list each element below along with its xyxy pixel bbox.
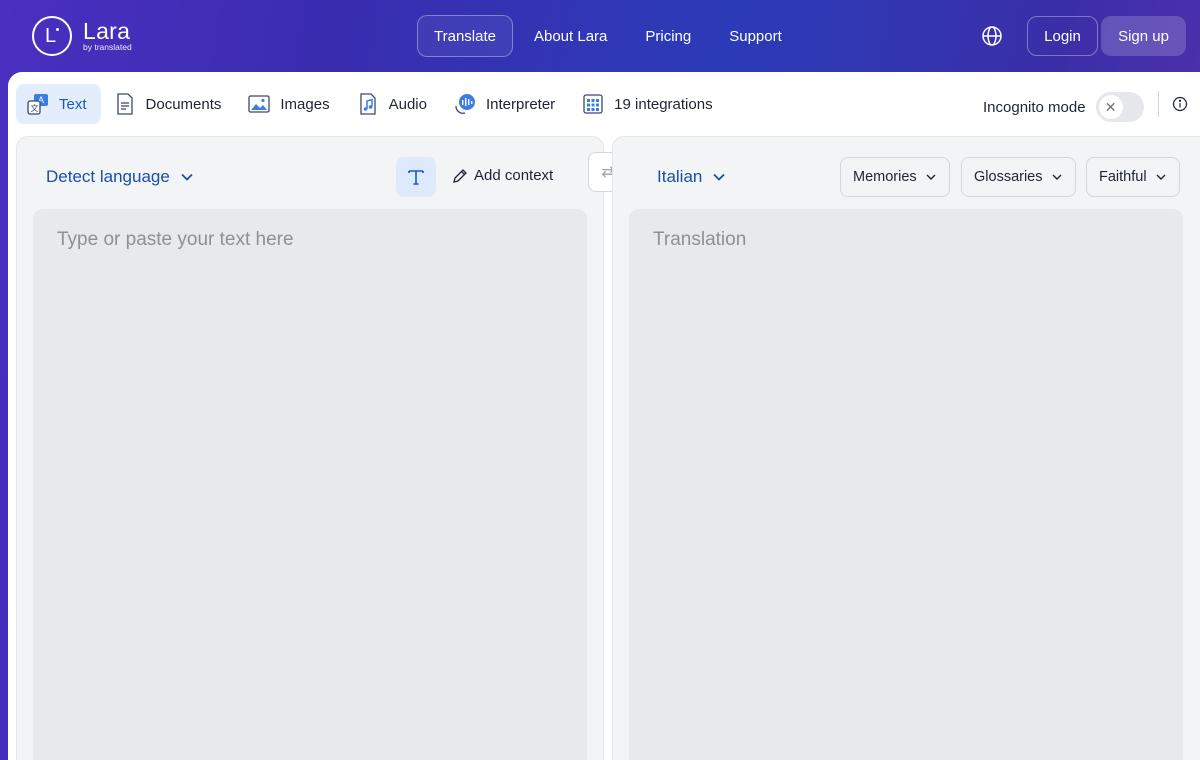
nav-pricing[interactable]: Pricing — [628, 15, 708, 57]
target-language-select[interactable]: Italian — [657, 167, 726, 187]
source-panel: Detect language Add context Type or past… — [16, 136, 604, 760]
glossaries-dropdown[interactable]: Glossaries — [961, 157, 1076, 197]
chevron-down-icon — [713, 173, 726, 181]
incognito-label: Incognito mode — [983, 98, 1086, 116]
tab-label: Interpreter — [485, 95, 556, 113]
brand-name: Lara — [83, 17, 131, 44]
tab-label: Audio — [388, 95, 427, 113]
logo-letter: L — [45, 25, 57, 47]
close-icon: ✕ — [1098, 95, 1123, 119]
text-format-icon — [408, 170, 424, 185]
translator-card: A 文 Text Documents Images Audio Interpre… — [8, 72, 1200, 760]
mode-tabs: A 文 Text Documents Images Audio Interpre… — [16, 84, 727, 124]
target-language-label: Italian — [657, 167, 703, 186]
chevron-down-icon — [181, 173, 193, 181]
svg-text:文: 文 — [31, 103, 39, 113]
source-text-input[interactable]: Type or paste your text here — [33, 209, 587, 760]
translation-placeholder: Translation — [653, 229, 747, 250]
source-placeholder: Type or paste your text here — [57, 229, 294, 250]
globe-icon[interactable] — [980, 24, 1004, 48]
nav-translate[interactable]: Translate — [417, 15, 513, 57]
main-nav: Translate About Lara Pricing Support — [417, 15, 799, 57]
tab-audio[interactable]: Audio — [346, 84, 441, 124]
tab-documents[interactable]: Documents — [103, 84, 236, 124]
image-icon — [248, 95, 271, 113]
chevron-down-icon — [1156, 174, 1166, 180]
pencil-icon — [453, 168, 467, 183]
tab-label: Documents — [145, 95, 222, 113]
add-context-button[interactable]: Add context — [452, 167, 553, 184]
document-icon — [116, 93, 133, 115]
lara-logo[interactable]: L Lara by translated — [32, 16, 132, 56]
add-context-label: Add context — [474, 167, 554, 184]
chevron-down-icon — [1052, 174, 1061, 180]
glossaries-label: Glossaries — [974, 169, 1043, 185]
translation-output: Translation — [629, 209, 1183, 760]
tab-integrations[interactable]: 19 integrations — [571, 84, 726, 124]
source-language-select[interactable]: Detect language — [46, 167, 194, 187]
target-panel: Italian Memories Glossaries Faithful Tra… — [612, 136, 1200, 760]
incognito-toggle[interactable]: ✕ — [1095, 92, 1144, 122]
logo-mark-icon: L — [32, 16, 72, 56]
info-icon[interactable] — [1172, 96, 1188, 112]
tab-label: 19 integrations — [614, 95, 713, 113]
tab-images[interactable]: Images — [237, 84, 343, 124]
tab-label: Text — [59, 95, 87, 113]
top-navbar: L Lara by translated Translate About Lar… — [0, 0, 1200, 72]
signup-button[interactable]: Sign up — [1101, 16, 1186, 56]
chevron-down-icon — [926, 174, 936, 180]
text-format-button[interactable] — [396, 157, 436, 197]
text-translate-icon: A 文 — [27, 94, 48, 115]
nav-support[interactable]: Support — [712, 15, 799, 57]
divider — [1158, 91, 1159, 117]
incognito-mode: Incognito mode ✕ — [983, 92, 1144, 122]
memories-label: Memories — [853, 169, 917, 185]
tab-label: Images — [280, 95, 330, 113]
nav-about-lara[interactable]: About Lara — [517, 15, 624, 57]
memories-dropdown[interactable]: Memories — [840, 157, 950, 197]
style-label: Faithful — [1099, 169, 1147, 185]
tab-text[interactable]: A 文 Text — [16, 84, 101, 124]
login-button[interactable]: Login — [1027, 16, 1098, 56]
tab-interpreter[interactable]: Interpreter — [443, 84, 569, 124]
style-dropdown[interactable]: Faithful — [1086, 157, 1180, 197]
brand-tagline: by translated — [83, 41, 132, 52]
audio-icon — [359, 93, 376, 115]
integrations-icon — [583, 94, 603, 114]
interpreter-icon — [455, 94, 475, 114]
source-language-label: Detect language — [46, 167, 170, 186]
